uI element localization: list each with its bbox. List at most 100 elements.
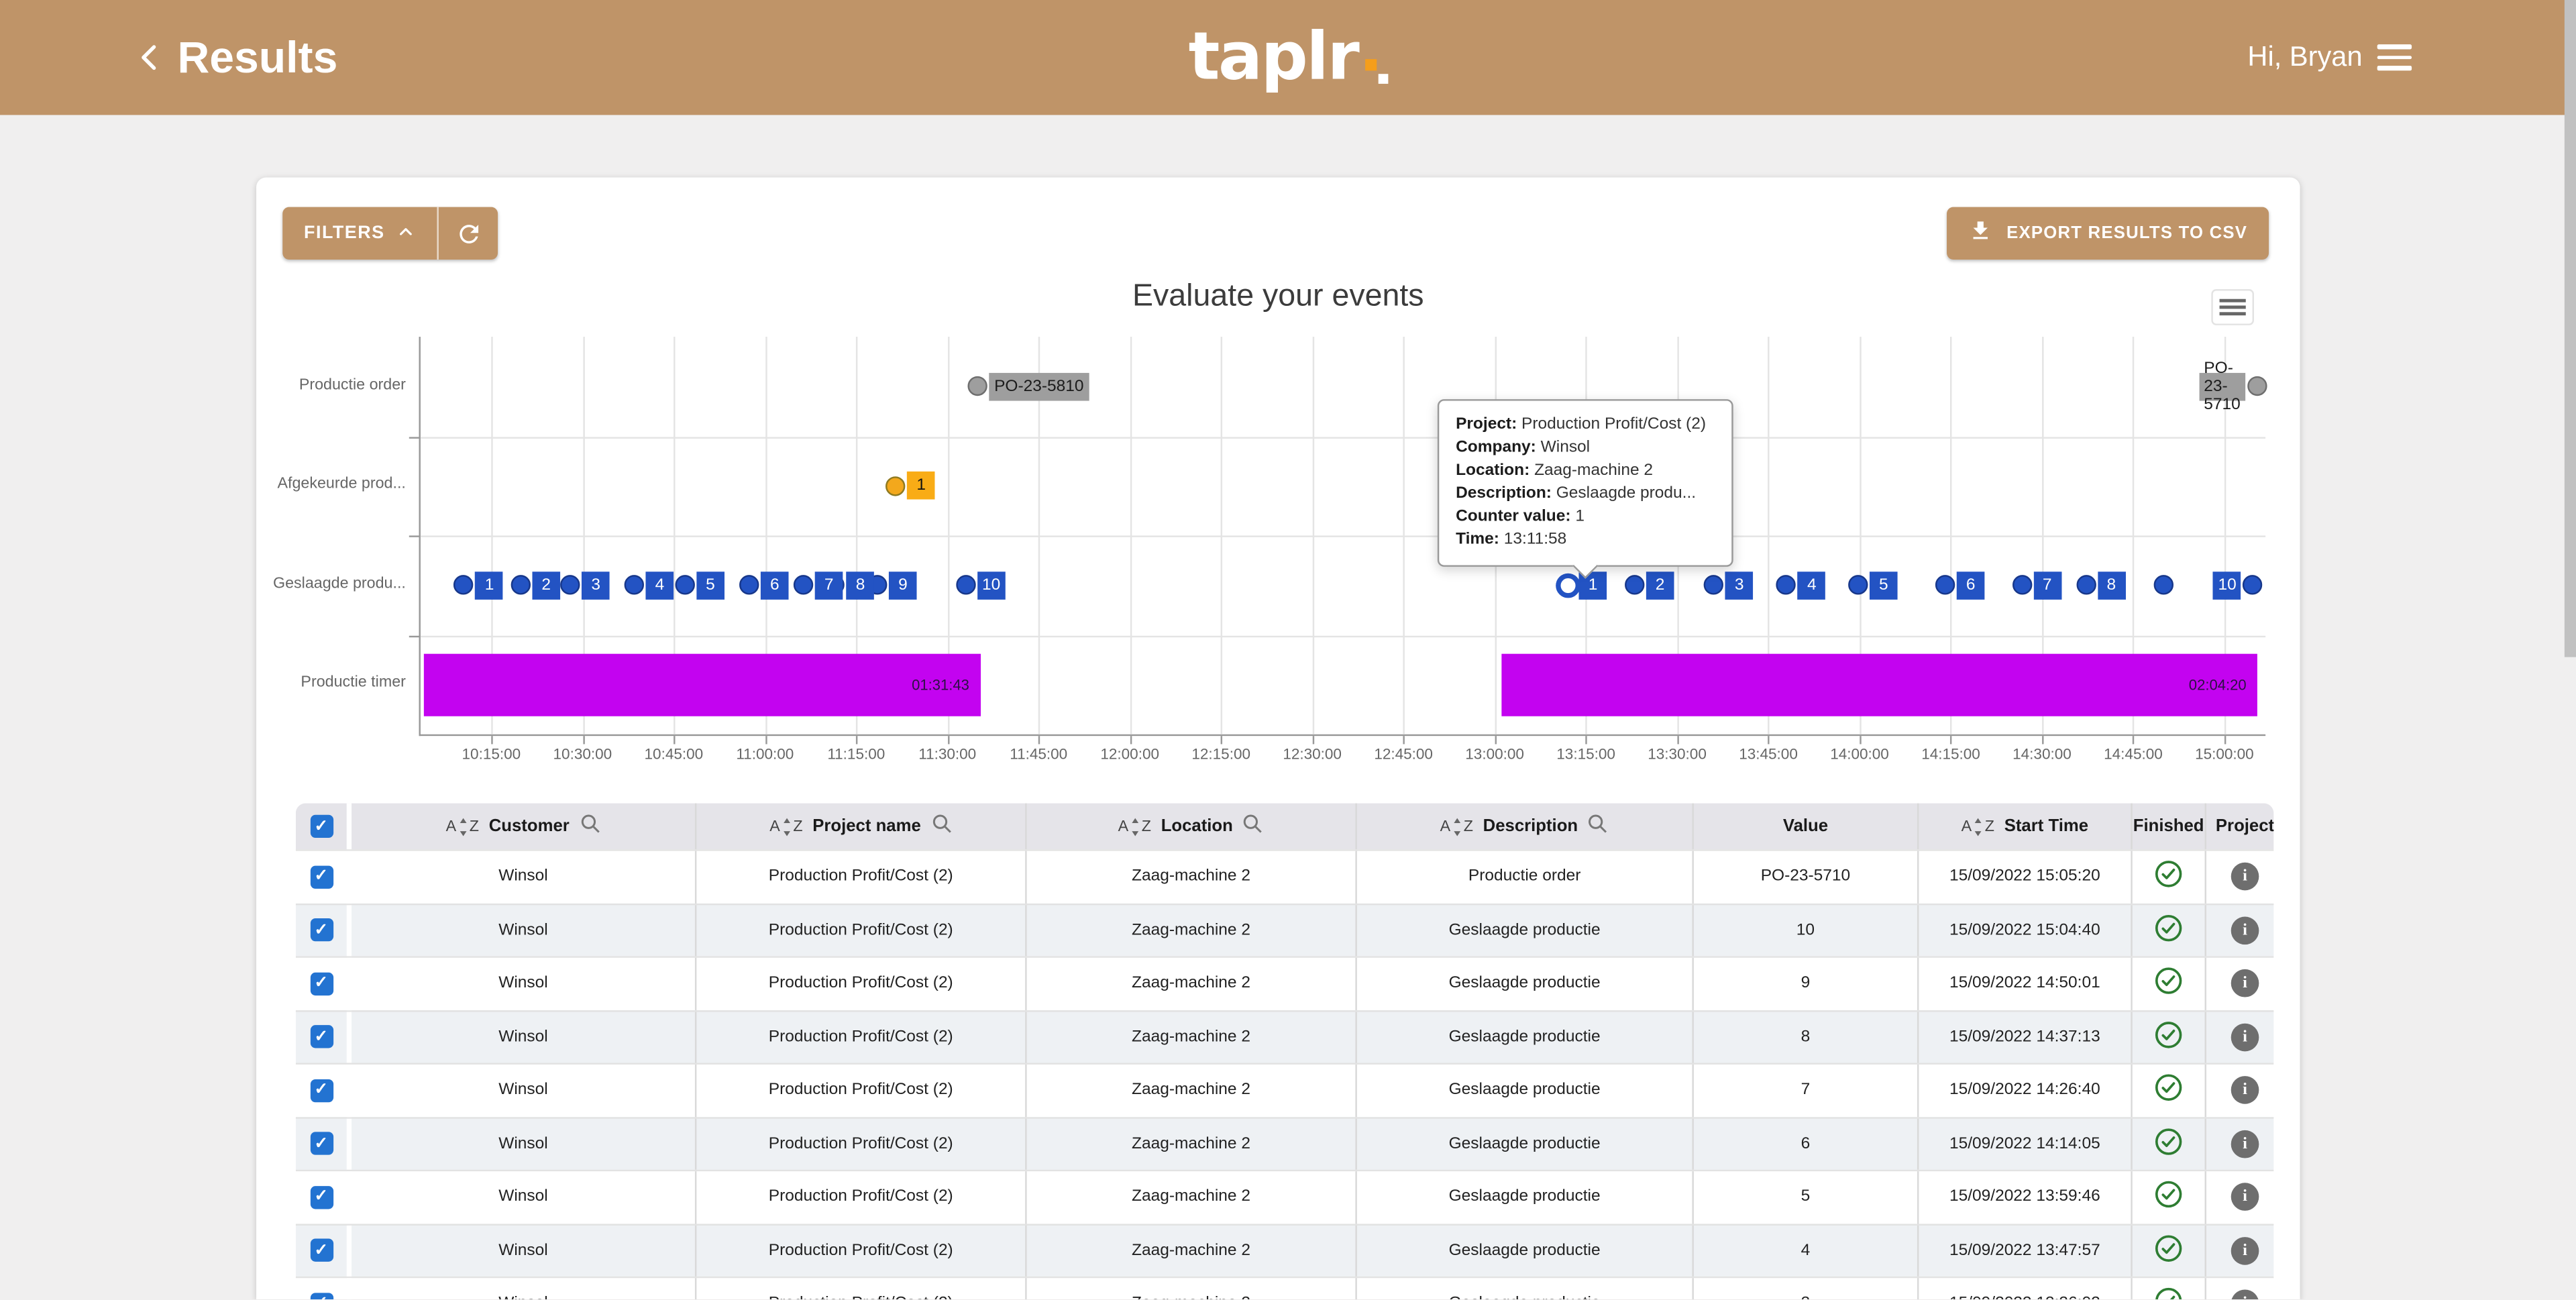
sort-az-icon[interactable]: AZ [1118, 817, 1151, 835]
sort-az-icon[interactable]: AZ [1440, 817, 1473, 835]
project-info-icon[interactable]: i [2231, 1183, 2259, 1211]
event-label[interactable]: PO-23-5710 [2199, 372, 2245, 400]
table-row[interactable]: ✓WinsolProduction Profit/Cost (2)Zaag-ma… [296, 1223, 2274, 1277]
row-checkbox[interactable]: ✓ [310, 919, 333, 942]
event-label[interactable]: 1 [907, 472, 935, 500]
row-checkbox[interactable]: ✓ [310, 865, 333, 888]
event-label[interactable]: 4 [646, 572, 674, 600]
timer-bar[interactable]: 01:31:43 [423, 653, 981, 716]
column-header-start-time[interactable]: AZ Start Time [1919, 804, 2132, 850]
event-marker[interactable] [1704, 576, 1723, 595]
row-checkbox[interactable]: ✓ [310, 1079, 333, 1101]
event-label[interactable]: 10 [2213, 572, 2241, 600]
column-header-label: Start Time [2004, 816, 2088, 836]
event-label[interactable]: 2 [532, 572, 560, 600]
search-icon[interactable] [579, 813, 600, 839]
table-row[interactable]: ✓WinsolProduction Profit/Cost (2)Zaag-ma… [296, 1063, 2274, 1116]
table-row[interactable]: ✓WinsolProduction Profit/Cost (2)Zaag-ma… [296, 1277, 2274, 1299]
event-marker[interactable] [675, 576, 694, 595]
description-cell: Geslaagde productie [1357, 1171, 1694, 1223]
event-marker[interactable] [625, 576, 644, 595]
menu-icon[interactable] [2377, 44, 2412, 70]
event-marker[interactable] [454, 576, 474, 595]
column-header-project-name[interactable]: AZProject name [696, 804, 1026, 850]
project-info-icon[interactable]: i [2231, 1130, 2259, 1158]
event-label[interactable]: 6 [761, 572, 789, 600]
event-label[interactable]: 5 [696, 572, 724, 600]
sort-az-icon[interactable]: AZ [1962, 817, 1994, 835]
row-checkbox[interactable]: ✓ [310, 1186, 333, 1209]
event-label[interactable]: 7 [815, 572, 843, 600]
project-info-icon[interactable]: i [2231, 1023, 2259, 1051]
refresh-button[interactable] [439, 207, 498, 260]
event-label[interactable]: 3 [1725, 572, 1754, 600]
table-row[interactable]: ✓WinsolProduction Profit/Cost (2)Zaag-ma… [296, 1010, 2274, 1063]
event-label[interactable]: 10 [977, 572, 1006, 600]
row-checkbox[interactable]: ✓ [310, 1293, 333, 1299]
event-marker[interactable] [885, 476, 905, 496]
event-label[interactable]: 7 [2033, 572, 2061, 600]
event-label[interactable]: 6 [1957, 572, 1985, 600]
event-label[interactable]: 9 [889, 572, 917, 600]
project-info-icon[interactable]: i [2231, 1290, 2259, 1299]
event-marker[interactable] [968, 376, 987, 396]
chart-context-menu-icon[interactable] [2211, 289, 2254, 325]
row-checkbox[interactable]: ✓ [310, 1239, 333, 1262]
event-marker[interactable] [511, 576, 530, 595]
project-info-icon[interactable]: i [2231, 1077, 2259, 1105]
column-header-customer[interactable]: AZCustomer [352, 804, 696, 850]
event-marker[interactable] [739, 576, 759, 595]
event-marker[interactable] [1776, 576, 1796, 595]
event-marker[interactable] [794, 576, 813, 595]
row-checkbox[interactable]: ✓ [310, 1132, 333, 1155]
project-info-icon[interactable]: i [2231, 863, 2259, 891]
search-icon[interactable] [1243, 813, 1265, 839]
select-all-checkbox[interactable]: ✓ [310, 815, 333, 838]
table-row[interactable]: ✓WinsolProduction Profit/Cost (2)Zaag-ma… [296, 1116, 2274, 1170]
event-marker[interactable] [1848, 576, 1868, 595]
column-header-location[interactable]: AZLocation [1027, 804, 1357, 850]
table-row[interactable]: ✓WinsolProduction Profit/Cost (2)Zaag-ma… [296, 1170, 2274, 1224]
table-row[interactable]: ✓WinsolProduction Profit/Cost (2)Zaag-ma… [296, 849, 2274, 903]
event-marker[interactable] [956, 576, 975, 595]
column-header-description[interactable]: AZDescription [1357, 804, 1694, 850]
row-checkbox[interactable]: ✓ [310, 972, 333, 995]
x-axis-tick [1860, 736, 1861, 744]
sort-az-icon[interactable]: AZ [446, 817, 479, 835]
project-info-icon[interactable]: i [2231, 970, 2259, 998]
filters-button[interactable]: FILTERS [282, 207, 498, 260]
select-all-header-cell[interactable]: ✓ [296, 804, 352, 850]
search-icon[interactable] [1588, 813, 1609, 839]
event-label[interactable]: 1 [476, 572, 504, 600]
event-label[interactable]: 5 [1870, 572, 1898, 600]
event-label[interactable]: 3 [582, 572, 610, 600]
event-label[interactable]: 8 [847, 572, 875, 600]
event-marker[interactable] [1555, 573, 1580, 598]
table-row[interactable]: ✓WinsolProduction Profit/Cost (2)Zaag-ma… [296, 956, 2274, 1010]
event-marker[interactable] [2076, 576, 2096, 595]
export-csv-button[interactable]: EXPORT RESULTS TO CSV [1947, 207, 2269, 260]
column-header-value[interactable]: Value [1694, 804, 1919, 850]
event-marker[interactable] [2012, 576, 2031, 595]
event-marker[interactable] [2247, 376, 2267, 396]
project-info-icon[interactable]: i [2231, 916, 2259, 944]
event-marker[interactable] [1625, 576, 1644, 595]
search-icon[interactable] [930, 813, 952, 839]
column-header-finished[interactable]: Finished [2133, 804, 2206, 850]
event-label[interactable]: 8 [2098, 572, 2126, 600]
value-cell: 7 [1694, 1065, 1919, 1116]
event-label[interactable]: 2 [1646, 572, 1674, 600]
event-label[interactable]: PO-23-5810 [989, 372, 1089, 400]
sort-az-icon[interactable]: AZ [769, 817, 802, 835]
description-cell: Geslaagde productie [1357, 904, 1694, 956]
event-marker[interactable] [2154, 576, 2174, 595]
page-scrollbar-thumb[interactable] [2565, 0, 2576, 657]
table-row[interactable]: ✓WinsolProduction Profit/Cost (2)Zaag-ma… [296, 903, 2274, 957]
event-label[interactable]: 4 [1798, 572, 1826, 600]
timer-bar[interactable]: 02:04:20 [1502, 653, 2258, 716]
column-header-project[interactable]: Project [2206, 804, 2273, 850]
event-marker[interactable] [2243, 576, 2263, 595]
event-marker[interactable] [561, 576, 580, 595]
row-checkbox[interactable]: ✓ [310, 1026, 333, 1048]
project-info-icon[interactable]: i [2231, 1236, 2259, 1264]
